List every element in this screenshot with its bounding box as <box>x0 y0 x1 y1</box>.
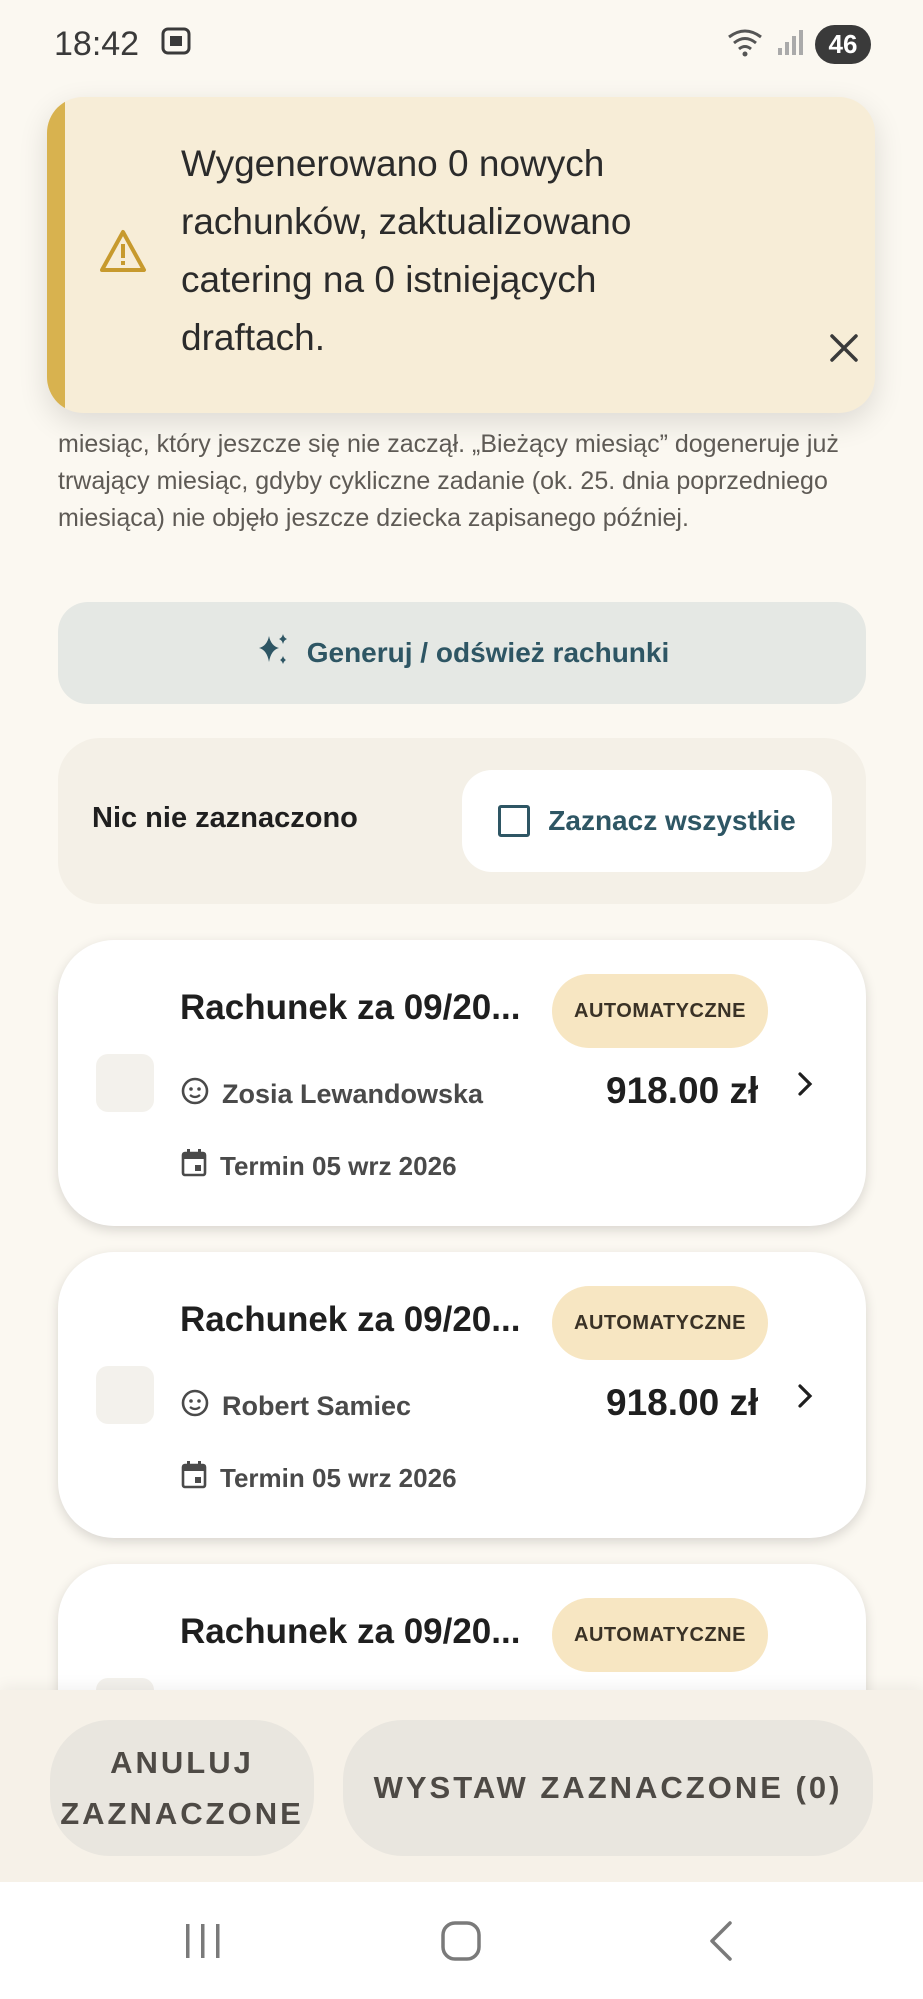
bill-checkbox[interactable] <box>96 1054 154 1112</box>
description-text: miesiąc, który jeszcze się nie zaczął. „… <box>58 430 839 532</box>
snackbar: Wygenerowano 0 nowych rachunków, zaktual… <box>47 97 875 413</box>
signal-icon <box>777 28 803 61</box>
system-nav-bar <box>0 1882 923 1999</box>
snackbar-stripe <box>47 97 65 413</box>
bill-checkbox[interactable] <box>96 1366 154 1424</box>
bill-title: Rachunek za 09/20... <box>180 988 521 1027</box>
bill-badge: AUTOMATYCZNE <box>552 1286 768 1360</box>
calendar-icon <box>180 1460 208 1497</box>
back-icon[interactable] <box>706 1920 736 1962</box>
status-left: 18:42 <box>54 25 191 64</box>
checkbox-icon <box>498 805 531 837</box>
screenshot-icon <box>161 25 191 64</box>
bill-card[interactable]: Rachunek za 09/20... AUTOMATYCZNE Zosia … <box>58 940 866 1226</box>
battery-indicator: 46 <box>815 24 871 64</box>
bottom-action-bar: ANULUJ ZAZNACZONE WYSTAW ZAZNACZONE (0) <box>0 1690 923 1882</box>
warning-icon <box>99 229 147 273</box>
bill-title: Rachunek za 09/20... <box>180 1612 521 1651</box>
bill-badge: AUTOMATYCZNE <box>552 1598 768 1672</box>
snackbar-message: Wygenerowano 0 nowych rachunków, zaktual… <box>181 143 632 358</box>
bill-child: Robert Samiec <box>180 1388 411 1425</box>
bill-child: Zosia Lewandowska <box>180 1076 483 1113</box>
bill-child-name: Robert Samiec <box>222 1391 412 1421</box>
bill-due: Termin 05 wrz 2026 <box>180 1460 457 1497</box>
bill-child-name: Zosia Lewandowska <box>222 1079 484 1109</box>
bill-card[interactable]: Rachunek za 09/20... AUTOMATYCZNE Robert… <box>58 1252 866 1538</box>
bill-due-text: Termin 05 wrz 2026 <box>220 1463 457 1493</box>
face-icon <box>180 1076 210 1113</box>
bill-amount: 918.00 zł <box>606 1070 759 1111</box>
bill-title: Rachunek za 09/20... <box>180 1300 521 1339</box>
status-right: 46 <box>725 24 871 64</box>
home-icon[interactable] <box>440 1920 482 1962</box>
cancel-selected-button[interactable]: ANULUJ ZAZNACZONE <box>50 1720 314 1856</box>
selection-status: Nic nie zaznaczono <box>92 802 358 834</box>
select-all-label: Zaznacz wszystkie <box>548 805 796 836</box>
calendar-icon <box>180 1148 208 1185</box>
status-bar: 18:42 46 <box>0 0 923 88</box>
wifi-icon <box>725 27 765 62</box>
selection-panel: Nic nie zaznaczono Zaznacz wszystkie <box>58 738 866 904</box>
select-all-button[interactable]: Zaznacz wszystkie <box>462 770 832 872</box>
issue-selected-button[interactable]: WYSTAW ZAZNACZONE (0) <box>343 1720 873 1856</box>
close-icon[interactable] <box>829 333 859 363</box>
generate-bills-button[interactable]: Generuj / odśwież rachunki <box>58 602 866 704</box>
face-icon <box>180 1388 210 1425</box>
sparkle-icon <box>255 632 291 675</box>
bill-due: Termin 05 wrz 2026 <box>180 1148 457 1185</box>
recent-apps-icon[interactable] <box>184 1922 222 1960</box>
bill-due-text: Termin 05 wrz 2026 <box>220 1151 457 1181</box>
bill-badge: AUTOMATYCZNE <box>552 974 768 1048</box>
status-time: 18:42 <box>54 24 140 63</box>
bill-amount: 918.00 zł <box>606 1382 759 1423</box>
generate-bills-label: Generuj / odśwież rachunki <box>306 637 670 668</box>
chevron-right-icon <box>794 1380 816 1412</box>
chevron-right-icon <box>794 1068 816 1100</box>
